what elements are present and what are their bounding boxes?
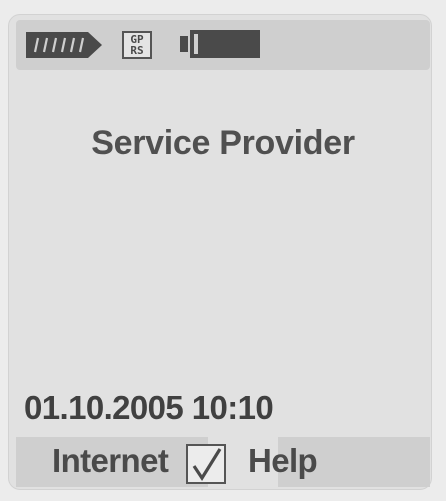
gprs-label-bottom: RS xyxy=(130,44,144,57)
status-bar: GP RS xyxy=(16,20,430,70)
internet-softkey[interactable]: Internet xyxy=(52,442,169,480)
softkey-bar: Internet Help xyxy=(16,437,430,487)
center-select-key[interactable] xyxy=(186,444,226,484)
checkmark-icon xyxy=(192,448,222,481)
date-time-display: 01.10.2005 10:10 xyxy=(24,389,274,426)
phone-screen: GP RS Service Provider 01.10.2005 10:10 … xyxy=(0,0,446,501)
service-provider-name: Service Provider xyxy=(91,124,355,162)
gprs-icon: GP RS xyxy=(122,31,152,59)
battery-icon xyxy=(180,30,260,58)
help-softkey[interactable]: Help xyxy=(248,442,318,480)
signal-strength-icon xyxy=(26,32,102,58)
